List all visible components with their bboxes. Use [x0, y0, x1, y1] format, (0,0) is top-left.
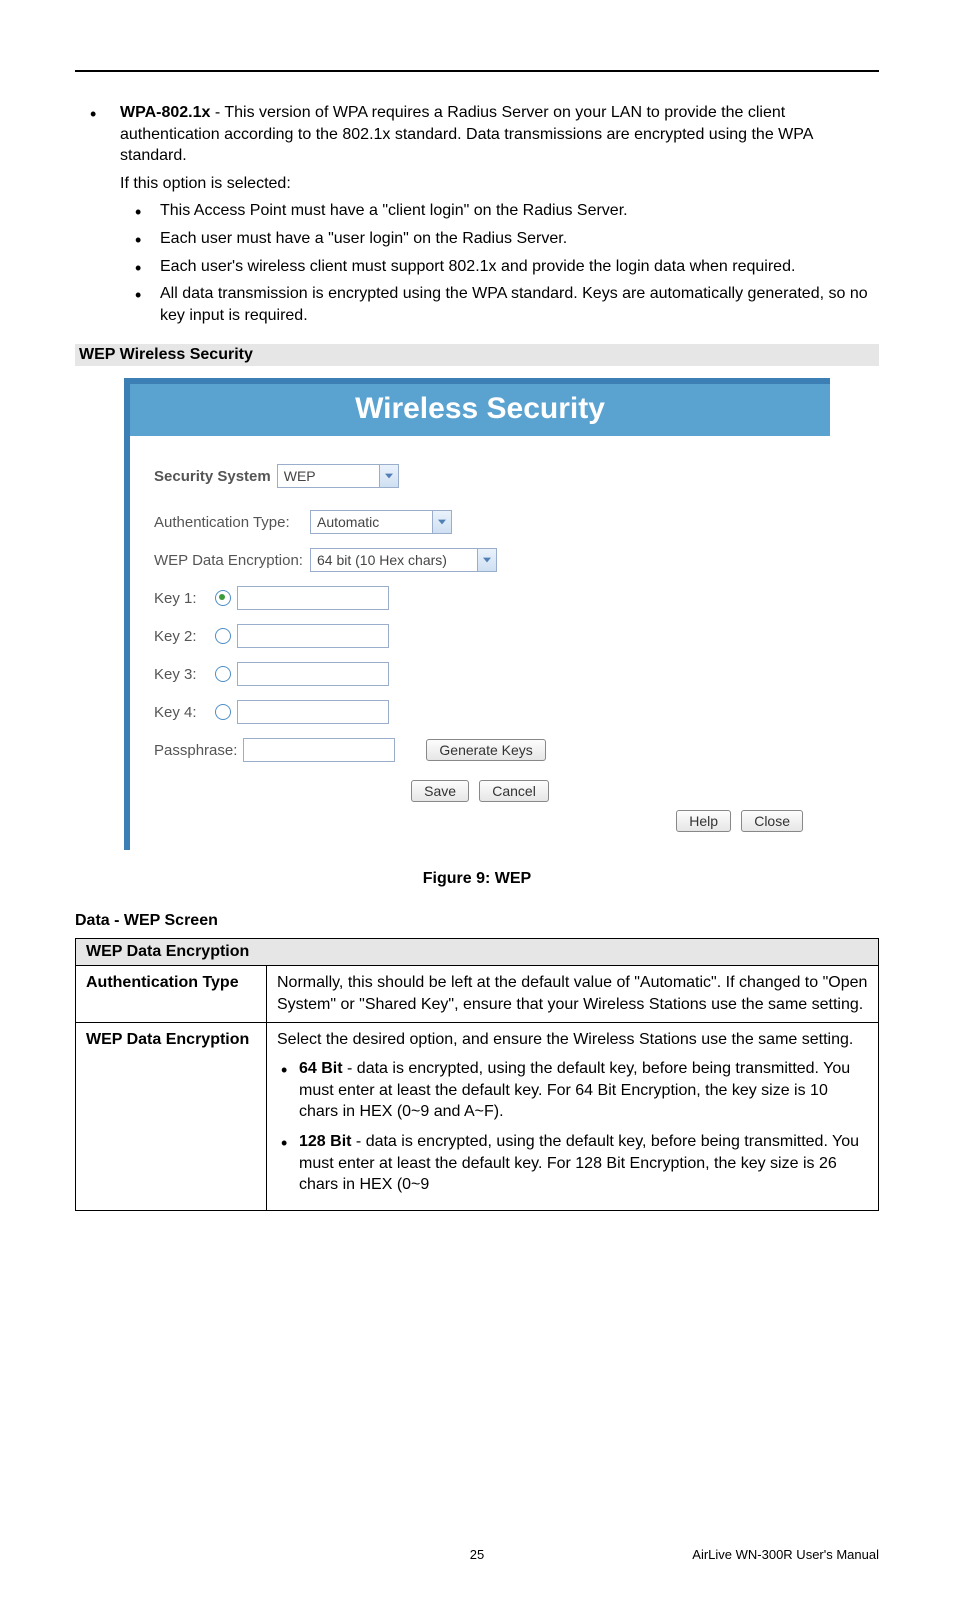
auth-type-select[interactable]: Automatic — [310, 510, 452, 534]
wpa-desc: - This version of WPA requires a Radius … — [120, 104, 813, 164]
passphrase-input[interactable] — [243, 738, 395, 762]
bullet-bold: 128 Bit — [299, 1133, 351, 1150]
key4-input[interactable] — [237, 700, 389, 724]
bullet-bold: 64 Bit — [299, 1060, 343, 1077]
page-number: 25 — [470, 1547, 484, 1562]
key1-label: Key 1: — [154, 590, 209, 607]
key3-radio[interactable] — [215, 666, 231, 682]
wpa-bullet: WPA-802.1x - This version of WPA require… — [75, 102, 879, 326]
figure-caption: Figure 9: WEP — [75, 870, 879, 888]
row-content: Normally, this should be left at the def… — [267, 966, 879, 1022]
chevron-down-icon — [432, 511, 451, 533]
wep-enc-label: WEP Data Encryption: — [154, 552, 304, 569]
wep-enc-value: 64 bit (10 Hex chars) — [311, 549, 477, 571]
top-rule — [75, 70, 879, 72]
key1-input[interactable] — [237, 586, 389, 610]
data-wep-heading: Data - WEP Screen — [75, 912, 879, 930]
security-system-value: WEP — [278, 465, 379, 487]
row-label: WEP Data Encryption — [76, 1022, 267, 1210]
row-label: Authentication Type — [76, 966, 267, 1022]
wpa-subitem: All data transmission is encrypted using… — [120, 283, 879, 326]
key2-label: Key 2: — [154, 628, 209, 645]
bullet-rest: - data is encrypted, using the default k… — [299, 1133, 859, 1193]
chevron-down-icon — [379, 465, 398, 487]
wep-enc-select[interactable]: 64 bit (10 Hex chars) — [310, 548, 497, 572]
chevron-down-icon — [477, 549, 496, 571]
table-row: Authentication Type Normally, this shoul… — [76, 966, 879, 1022]
wpa-subitems: This Access Point must have a "client lo… — [120, 200, 879, 326]
generate-keys-button[interactable]: Generate Keys — [426, 739, 545, 761]
key4-radio[interactable] — [215, 704, 231, 720]
section-heading-wep: WEP Wireless Security — [75, 344, 879, 366]
list-item: 64 Bit - data is encrypted, using the de… — [277, 1058, 868, 1123]
list-item: 128 Bit - data is encrypted, using the d… — [277, 1131, 868, 1196]
bullet-rest: - data is encrypted, using the default k… — [299, 1060, 850, 1120]
row-content: Select the desired option, and ensure th… — [267, 1022, 879, 1210]
key4-label: Key 4: — [154, 704, 209, 721]
key2-input[interactable] — [237, 624, 389, 648]
row-text: Select the desired option, and ensure th… — [277, 1029, 868, 1051]
table-section-title: WEP Data Encryption — [76, 939, 879, 966]
key3-input[interactable] — [237, 662, 389, 686]
product-name: AirLive WN-300R User's Manual — [692, 1547, 879, 1562]
wep-data-table: WEP Data Encryption Authentication Type … — [75, 938, 879, 1210]
save-button[interactable]: Save — [411, 780, 469, 802]
wireless-security-panel: Wireless Security Security System WEP Au… — [124, 378, 830, 850]
auth-type-value: Automatic — [311, 511, 432, 533]
cancel-button[interactable]: Cancel — [479, 780, 549, 802]
page-footer: 25 AirLive WN-300R User's Manual — [75, 1547, 879, 1562]
security-system-label: Security System — [154, 468, 271, 485]
wpa-subitem: This Access Point must have a "client lo… — [120, 200, 879, 222]
auth-type-label: Authentication Type: — [154, 514, 304, 531]
key3-label: Key 3: — [154, 666, 209, 683]
key1-radio[interactable] — [215, 590, 231, 606]
passphrase-label: Passphrase: — [154, 742, 237, 759]
panel-title: Wireless Security — [130, 384, 830, 436]
wpa-subitem: Each user must have a "user login" on th… — [120, 228, 879, 250]
table-row: WEP Data Encryption Select the desired o… — [76, 1022, 879, 1210]
close-button[interactable]: Close — [741, 810, 803, 832]
wpa-title: WPA-802.1x — [120, 104, 210, 121]
help-button[interactable]: Help — [676, 810, 731, 832]
wpa-ifselected: If this option is selected: — [120, 173, 879, 195]
wpa-subitem: Each user's wireless client must support… — [120, 256, 879, 278]
security-system-select[interactable]: WEP — [277, 464, 399, 488]
key2-radio[interactable] — [215, 628, 231, 644]
